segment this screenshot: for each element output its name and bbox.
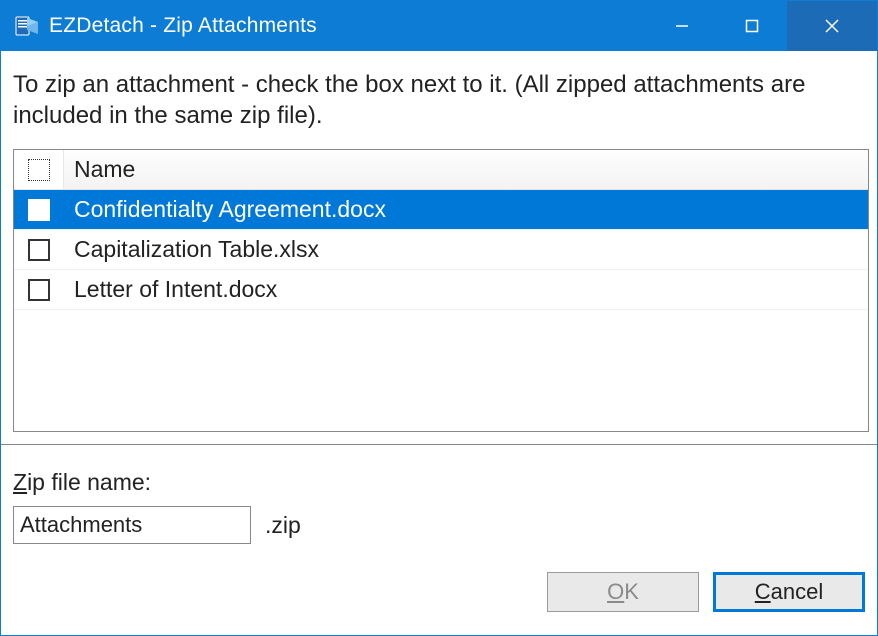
titlebar: EZDetach - Zip Attachments bbox=[1, 1, 877, 51]
minimize-button[interactable] bbox=[647, 1, 717, 51]
row-checkbox[interactable] bbox=[28, 239, 50, 261]
select-all-icon bbox=[28, 159, 50, 181]
attachment-list: Name Confidentialty Agreement.docx Capit… bbox=[13, 149, 869, 432]
header-check-column[interactable] bbox=[14, 150, 64, 189]
ok-button[interactable]: OK bbox=[547, 572, 699, 612]
list-row[interactable]: Capitalization Table.xlsx bbox=[14, 230, 868, 270]
row-checkbox[interactable] bbox=[28, 199, 50, 221]
zip-filename-label: Zip file name: bbox=[13, 469, 865, 496]
row-checkbox[interactable] bbox=[28, 279, 50, 301]
window-controls bbox=[647, 1, 877, 51]
close-button[interactable] bbox=[787, 1, 877, 51]
maximize-button[interactable] bbox=[717, 1, 787, 51]
app-icon bbox=[13, 12, 41, 40]
row-filename: Confidentialty Agreement.docx bbox=[64, 196, 868, 223]
row-filename: Capitalization Table.xlsx bbox=[64, 236, 868, 263]
bottom-panel: Zip file name: .zip OK Cancel bbox=[1, 444, 877, 624]
list-row[interactable]: Letter of Intent.docx bbox=[14, 270, 868, 310]
instruction-text: To zip an attachment - check the box nex… bbox=[13, 69, 869, 131]
row-filename: Letter of Intent.docx bbox=[64, 276, 868, 303]
list-row[interactable]: Confidentialty Agreement.docx bbox=[14, 190, 868, 230]
zip-extension-label: .zip bbox=[265, 512, 301, 539]
zip-filename-input[interactable] bbox=[13, 506, 251, 544]
cancel-button[interactable]: Cancel bbox=[713, 572, 865, 612]
window-title: EZDetach - Zip Attachments bbox=[49, 14, 647, 38]
list-header: Name bbox=[14, 150, 868, 190]
header-name-column[interactable]: Name bbox=[64, 150, 868, 189]
